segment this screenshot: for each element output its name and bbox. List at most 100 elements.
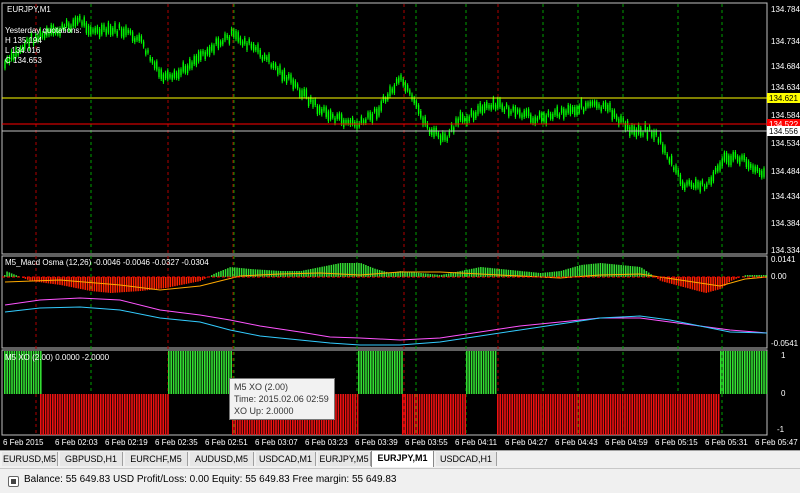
- xo-up-bar: [730, 351, 732, 394]
- macd-bar: [16, 275, 18, 277]
- xo-down-bar: [438, 394, 440, 435]
- candle-body: [491, 105, 492, 110]
- tab-eurjpy-m5[interactable]: EURJPY,M5: [318, 452, 371, 466]
- xo-down-bar: [45, 394, 47, 435]
- xo-down-bar: [117, 394, 119, 435]
- xo-down-bar: [499, 394, 501, 435]
- tab-eurusd-m5[interactable]: EURUSD,M5: [2, 452, 58, 466]
- xo-down-bar: [102, 394, 104, 435]
- candle-body: [686, 182, 687, 186]
- candle-body: [139, 35, 140, 41]
- macd-scale-top: 0.0141: [771, 255, 796, 264]
- xo-up-bar: [204, 351, 206, 394]
- macd-bar: [540, 273, 542, 277]
- macd-bar: [96, 277, 98, 292]
- xo-down-bar: [64, 394, 66, 435]
- candle-body: [761, 171, 762, 178]
- price-label: 134.384: [771, 219, 800, 228]
- candle-body: [264, 54, 265, 59]
- macd-bar: [78, 277, 80, 289]
- macd-bar: [266, 270, 268, 277]
- candle-body: [348, 120, 349, 124]
- candle-body: [290, 75, 291, 83]
- xo-up-bar: [466, 351, 468, 394]
- macd-bar: [135, 277, 137, 291]
- candle-body: [174, 71, 175, 78]
- candle-body: [339, 113, 340, 119]
- tab-gbpusd-h1[interactable]: GBPUSD,H1: [60, 452, 123, 466]
- xo-down-bar: [612, 394, 614, 435]
- xo-down-bar: [100, 394, 102, 435]
- xo-down-bar: [131, 394, 133, 435]
- macd-bar: [496, 269, 498, 277]
- macd-bar: [706, 277, 708, 293]
- candle-body: [163, 74, 164, 82]
- xo-down-bar: [622, 394, 624, 435]
- xo-down-bar: [610, 394, 612, 435]
- candle-body: [403, 79, 404, 86]
- xo-down-bar: [345, 394, 347, 435]
- candle-body: [114, 23, 115, 32]
- candle-body: [702, 181, 703, 185]
- candle-body: [539, 112, 540, 117]
- macd-bar: [232, 267, 234, 277]
- xo-down-bar: [86, 394, 88, 435]
- macd-bar: [98, 277, 100, 292]
- macd-bar: [646, 271, 648, 277]
- xo-up-bar: [480, 351, 482, 394]
- candle-body: [475, 112, 476, 118]
- candle-body: [156, 61, 157, 69]
- macd-bar: [131, 277, 133, 292]
- macd-bar: [39, 277, 41, 282]
- candle-body: [90, 27, 91, 35]
- macd-bar: [494, 268, 496, 277]
- macd-bar: [545, 273, 547, 278]
- candle-body: [407, 85, 408, 91]
- macd-bar: [317, 268, 319, 277]
- candle-body: [682, 181, 683, 188]
- chart-window[interactable]: EURJPY,M1 Yesterday quotations: H 135.19…: [0, 0, 800, 492]
- xo-down-bar: [509, 394, 511, 435]
- xo-down-bar: [497, 394, 499, 435]
- tab-usdcad-m1[interactable]: USDCAD,M1: [256, 452, 316, 466]
- candle-body: [317, 106, 318, 114]
- xo-up-bar: [175, 351, 177, 394]
- xo-up-bar: [749, 351, 751, 394]
- xo-down-bar: [643, 394, 645, 435]
- xo-down-bar: [440, 394, 442, 435]
- candle-body: [739, 157, 740, 164]
- candle-body: [722, 158, 723, 166]
- macd-bar: [262, 270, 264, 277]
- macd-bar: [591, 264, 593, 277]
- tab-usdcad-h1[interactable]: USDCAD,H1: [436, 452, 497, 466]
- macd-bar: [588, 264, 590, 277]
- xo-down-bar: [69, 394, 71, 435]
- candle-body: [431, 129, 432, 135]
- macd-bar: [685, 277, 687, 288]
- candle-body: [429, 129, 430, 134]
- xo-up-bar: [389, 351, 391, 394]
- candle-body: [286, 77, 287, 83]
- candle-body: [222, 40, 223, 44]
- xo-up-bar: [190, 351, 192, 394]
- xo-down-bar: [519, 394, 521, 435]
- xo-down-bar: [143, 394, 145, 435]
- candle-body: [227, 35, 228, 38]
- candle-body: [678, 170, 679, 175]
- candle-body: [205, 52, 206, 59]
- xo-down-bar: [428, 394, 430, 435]
- candle-body: [400, 75, 401, 80]
- candle-body: [370, 112, 371, 120]
- xo-down-bar: [718, 394, 720, 435]
- macd-bar: [556, 271, 558, 277]
- tab-eurchf-m5[interactable]: EURCHF,M5: [125, 452, 188, 466]
- xo-up-bar: [368, 351, 370, 394]
- xo-up-bar: [199, 351, 201, 394]
- candle-body: [735, 152, 736, 157]
- xo-down-bar: [452, 394, 454, 435]
- candle-body: [328, 112, 329, 122]
- tab-eurjpy-m1[interactable]: EURJPY,M1: [371, 451, 434, 467]
- tab-audusd-m5[interactable]: AUDUSD,M5: [190, 452, 254, 466]
- macd-bar: [200, 277, 202, 281]
- macd-bar: [482, 267, 484, 277]
